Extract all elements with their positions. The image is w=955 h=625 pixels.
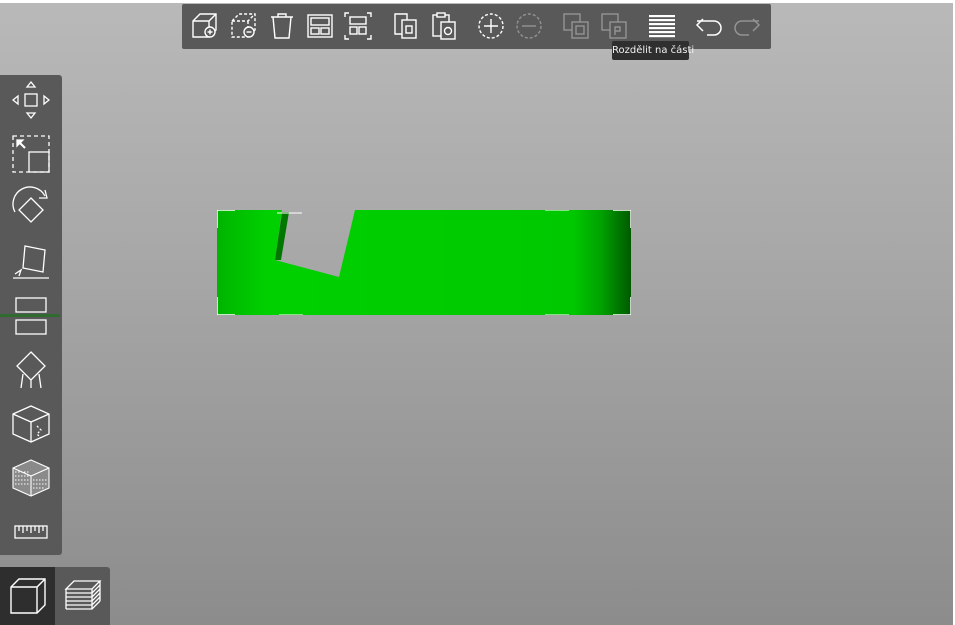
arrange-icon (307, 14, 333, 38)
undo-icon (695, 18, 722, 36)
copy-icon (394, 13, 417, 39)
support-points-icon (16, 351, 46, 389)
seam-tool-button[interactable] (8, 401, 54, 447)
mmu-painting-tool-button[interactable] (8, 455, 54, 501)
mmu-painting-icon (12, 459, 50, 497)
rotate-tool-button[interactable] (8, 185, 54, 231)
paste-icon (432, 12, 456, 40)
copy-button[interactable] (388, 9, 422, 43)
layers-editing-button[interactable] (645, 9, 679, 43)
arrange-selection-button[interactable] (341, 9, 375, 43)
cut-plane-indicator (0, 314, 60, 317)
scale-tool-button[interactable] (8, 131, 54, 177)
arrange-selection-icon (344, 12, 372, 40)
supports-tool-button[interactable] (8, 347, 54, 393)
undo-button[interactable] (692, 9, 726, 43)
move-icon (11, 80, 51, 120)
preview-layers-icon (63, 580, 102, 610)
minus-circle-icon (516, 13, 542, 39)
split-objects-icon (563, 13, 589, 39)
cube-plus-icon (192, 13, 217, 38)
split-to-objects-button[interactable] (559, 9, 593, 43)
split-parts-icon (601, 13, 627, 39)
redo-button[interactable] (730, 9, 764, 43)
rotate-icon (12, 186, 48, 223)
scale-icon (12, 135, 50, 173)
place-on-face-tool-button[interactable] (8, 239, 54, 285)
view-toggle (0, 567, 110, 625)
3d-model-object[interactable] (217, 210, 631, 315)
3d-view-button[interactable] (0, 567, 55, 625)
redo-icon (734, 18, 761, 36)
top-edge (0, 0, 955, 3)
ruler-icon (14, 525, 48, 539)
preview-button[interactable] (55, 567, 110, 625)
remove-object-button[interactable] (227, 9, 261, 43)
arrange-button[interactable] (303, 9, 337, 43)
place-on-face-icon (13, 245, 49, 279)
seam-painting-icon (12, 405, 50, 443)
plus-circle-icon (478, 13, 504, 39)
cube-minus-icon (231, 13, 256, 38)
add-instance-button[interactable] (474, 9, 508, 43)
remove-instance-button[interactable] (512, 9, 546, 43)
tooltip: Rozdělit na části (612, 41, 694, 60)
paste-button[interactable] (427, 9, 461, 43)
split-to-parts-button[interactable] (597, 9, 631, 43)
measure-tool-button[interactable] (8, 509, 54, 555)
add-object-button[interactable] (188, 9, 222, 43)
trash-icon (271, 13, 293, 39)
delete-button[interactable] (265, 9, 299, 43)
3d-view-cube-icon (9, 578, 46, 614)
layers-icon (649, 15, 675, 38)
move-tool-button[interactable] (8, 77, 54, 123)
